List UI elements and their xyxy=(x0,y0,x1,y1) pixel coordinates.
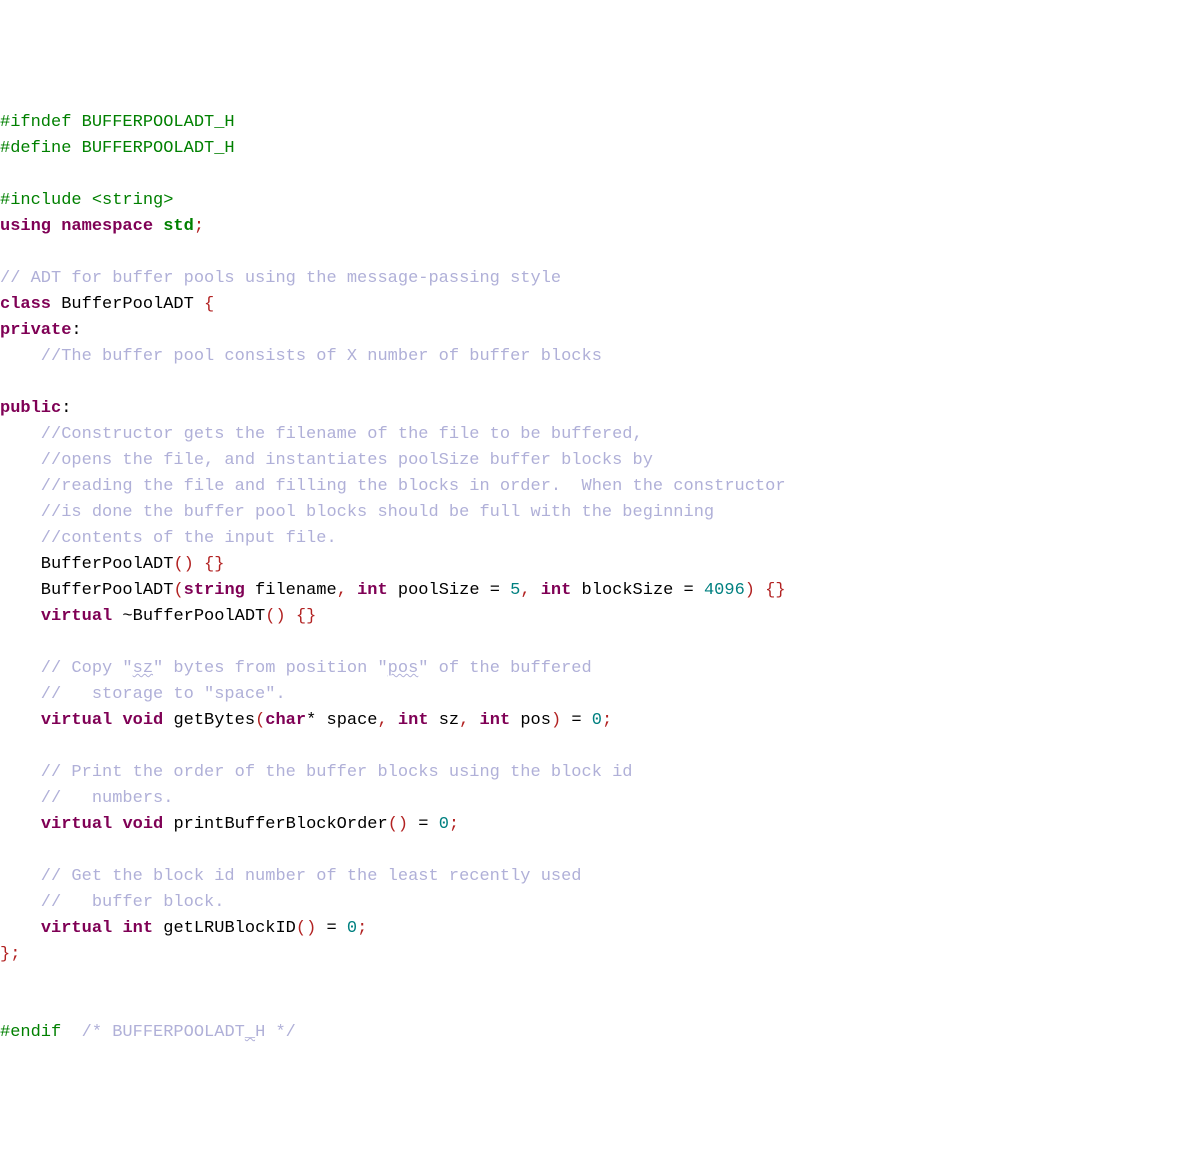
comment-lru-2: // buffer block. xyxy=(0,893,224,912)
comment-endif-u: _ xyxy=(245,1023,255,1042)
fn-getlru: getLRUBlockID xyxy=(153,919,296,938)
param-sz: sz xyxy=(429,711,460,730)
preproc-endif: #endif xyxy=(0,1023,61,1042)
semicolon: ; xyxy=(602,711,612,730)
preproc-include: #include xyxy=(0,191,92,210)
indent xyxy=(0,815,41,834)
class-name: BufferPoolADT xyxy=(51,295,204,314)
comma: , xyxy=(459,711,479,730)
paren-open: ( xyxy=(173,581,183,600)
paren-open: ( xyxy=(255,711,265,730)
comment-lru-1: // Get the block id number of the least … xyxy=(0,867,592,886)
preproc-ifndef: #ifndef BUFFERPOOLADT_H xyxy=(0,113,235,132)
paren-close: ) xyxy=(745,581,755,600)
eq: = xyxy=(316,919,347,938)
eq: = xyxy=(408,815,439,834)
num-0: 0 xyxy=(347,919,357,938)
type-void: void xyxy=(122,711,163,730)
kw-virtual: virtual xyxy=(41,607,112,626)
comma: , xyxy=(378,711,398,730)
num-4096: 4096 xyxy=(704,581,745,600)
comment-getbytes-1b: " bytes from position " xyxy=(153,659,388,678)
comment-sz-wavy: sz xyxy=(133,659,153,678)
colon: : xyxy=(71,321,81,340)
semicolon: ; xyxy=(357,919,367,938)
kw-class: class xyxy=(0,295,51,314)
comment-getbytes-1c: " of the buffered xyxy=(418,659,591,678)
comment-ctor-1: //Constructor gets the filename of the f… xyxy=(0,425,643,444)
brace-open: { xyxy=(204,295,214,314)
type-int: int xyxy=(122,919,153,938)
dtor-name: ~BufferPoolADT xyxy=(112,607,265,626)
comment-ctor-2: //opens the file, and instantiates poolS… xyxy=(0,451,653,470)
semicolon: ; xyxy=(194,217,204,236)
parens: () xyxy=(265,607,285,626)
space xyxy=(112,815,122,834)
comment-pos-wavy: pos xyxy=(388,659,419,678)
space xyxy=(112,711,122,730)
comment-print-2: // numbers. xyxy=(0,789,173,808)
comment-adt: // ADT for buffer pools using the messag… xyxy=(0,269,561,288)
brace-close: } xyxy=(0,945,10,964)
colon: : xyxy=(61,399,71,418)
type-string: string xyxy=(184,581,245,600)
kw-virtual: virtual xyxy=(41,815,112,834)
semicolon: ; xyxy=(10,945,20,964)
num-0: 0 xyxy=(439,815,449,834)
eq: = xyxy=(561,711,592,730)
empty-body: {} xyxy=(194,555,225,574)
param-poolsize: poolSize = xyxy=(388,581,510,600)
ctor-param-name: BufferPoolADT xyxy=(0,581,173,600)
type-int: int xyxy=(541,581,572,600)
space xyxy=(112,919,122,938)
parens: () xyxy=(388,815,408,834)
num-0: 0 xyxy=(592,711,602,730)
indent xyxy=(0,711,41,730)
parens: () xyxy=(296,919,316,938)
id-std: std xyxy=(163,217,194,236)
fn-getbytes: getBytes xyxy=(163,711,255,730)
ctor-default-name: BufferPoolADT xyxy=(0,555,173,574)
type-int: int xyxy=(480,711,511,730)
kw-public: public xyxy=(0,399,61,418)
fn-printorder: printBufferBlockOrder xyxy=(163,815,387,834)
kw-virtual: virtual xyxy=(41,919,112,938)
comment-getbytes-2: // storage to "space". xyxy=(0,685,286,704)
comment-getbytes-1a: // Copy " xyxy=(0,659,133,678)
comment-ctor-5: //contents of the input file. xyxy=(0,529,337,548)
comment-endif-b: H */ xyxy=(255,1023,296,1042)
type-void: void xyxy=(122,815,163,834)
kw-namespace: namespace xyxy=(51,217,163,236)
indent xyxy=(0,919,41,938)
comma: , xyxy=(337,581,357,600)
comment-print-1: // Print the order of the buffer blocks … xyxy=(0,763,633,782)
include-header: <string> xyxy=(92,191,174,210)
type-char: char xyxy=(265,711,306,730)
paren-close: ) xyxy=(551,711,561,730)
param-blocksize: blockSize = xyxy=(571,581,704,600)
type-int: int xyxy=(398,711,429,730)
param-space: * space xyxy=(306,711,377,730)
blank-line xyxy=(0,633,41,652)
preproc-define: #define BUFFERPOOLADT_H xyxy=(0,139,235,158)
kw-virtual: virtual xyxy=(41,711,112,730)
comment-private: //The buffer pool consists of X number o… xyxy=(0,347,602,366)
num-5: 5 xyxy=(510,581,520,600)
comment-ctor-3: //reading the file and filling the block… xyxy=(0,477,786,496)
empty-body: {} xyxy=(286,607,317,626)
semicolon: ; xyxy=(449,815,459,834)
param-filename: filename xyxy=(245,581,337,600)
comment-ctor-4: //is done the buffer pool blocks should … xyxy=(0,503,714,522)
blank-line xyxy=(0,373,41,392)
parens: () xyxy=(173,555,193,574)
empty-body: {} xyxy=(755,581,786,600)
kw-private: private xyxy=(0,321,71,340)
kw-using: using xyxy=(0,217,51,236)
code-block: #ifndef BUFFERPOOLADT_H #define BUFFERPO… xyxy=(0,104,1200,1046)
indent xyxy=(0,607,41,626)
comment-endif-a: /* BUFFERPOOLADT xyxy=(61,1023,245,1042)
type-int: int xyxy=(357,581,388,600)
comma: , xyxy=(520,581,540,600)
param-pos: pos xyxy=(510,711,551,730)
